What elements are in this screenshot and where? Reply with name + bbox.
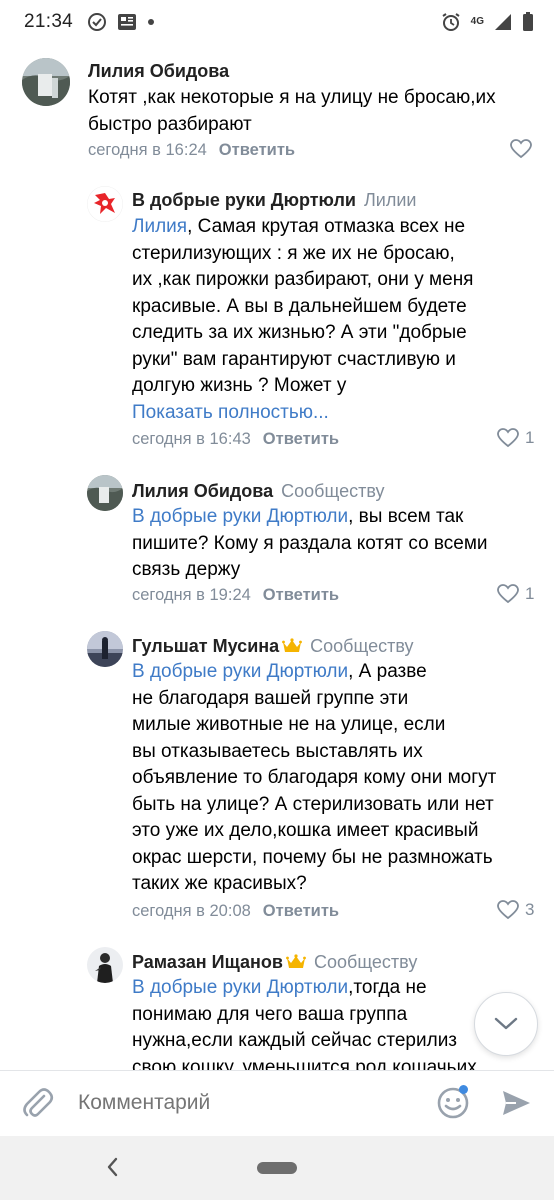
comment-line: не благодаря вашей группе эти bbox=[132, 687, 409, 709]
comments-feed[interactable]: Лилия Обидова Котят ,как некоторые я на … bbox=[0, 44, 554, 1070]
battery-icon bbox=[522, 12, 534, 32]
comment-line: милые животные не на улице, если bbox=[132, 714, 446, 735]
mention-link[interactable]: Лилия bbox=[132, 216, 187, 237]
comment-text: Котят ,как некоторые я на улицу не броса… bbox=[88, 85, 496, 138]
heart-icon bbox=[497, 428, 519, 448]
comment-line: понимаю для чего ваша группа bbox=[132, 1003, 408, 1025]
like-count: 1 bbox=[525, 428, 535, 447]
comment-line: объявление то благодаря кому они могут bbox=[132, 767, 497, 788]
comment-time: сегодня в 16:43 bbox=[132, 430, 251, 448]
comment-line: руки" вам гарантируют счастливую и bbox=[132, 348, 456, 370]
heart-icon bbox=[510, 139, 532, 159]
comment-line: быть на улице? А стерилизовать или нет bbox=[132, 793, 494, 815]
comment-text: В добрые руки Дюртюли, А разве не благод… bbox=[132, 659, 496, 898]
mention-link[interactable]: В добрые руки Дюртюли bbox=[132, 977, 348, 998]
comment-line: свою кошку, уменьшится род кошачьих bbox=[132, 1056, 477, 1071]
scroll-down-button[interactable] bbox=[474, 992, 538, 1056]
comment-composer bbox=[0, 1070, 554, 1136]
comment-line: В добрые руки Дюртюли, А разве bbox=[132, 661, 427, 682]
reply-to-label[interactable]: Сообществу bbox=[281, 481, 384, 501]
network-type: 4G bbox=[470, 16, 484, 27]
comment-author[interactable]: Рамазан Ищанов bbox=[132, 952, 283, 972]
attach-icon[interactable] bbox=[22, 1087, 54, 1126]
comment-line: красивые. А вы в дальнейшем будете bbox=[132, 295, 467, 317]
news-icon bbox=[117, 13, 137, 31]
signal-icon: 4G bbox=[471, 17, 484, 27]
notification-dot bbox=[459, 1085, 468, 1094]
comment-line: В добрые руки Дюртюли, вы всем так bbox=[132, 506, 464, 527]
comment-author[interactable]: Гульшат Мусина bbox=[132, 636, 279, 656]
heart-icon bbox=[497, 900, 519, 920]
back-icon[interactable] bbox=[104, 1156, 120, 1183]
avatar[interactable] bbox=[87, 186, 123, 222]
comment-line: таких же красивых? bbox=[132, 873, 307, 894]
reply-to-label[interactable]: Сообществу bbox=[314, 952, 417, 972]
send-icon[interactable] bbox=[500, 1087, 532, 1124]
comment-text: Лилия, Самая крутая отмазка всех не стер… bbox=[132, 214, 473, 426]
status-bar: 21:34 4G bbox=[0, 0, 554, 44]
alarm-icon bbox=[441, 12, 461, 32]
comment-line: следить за их жизнью? А эти "добрые bbox=[132, 322, 467, 343]
like-button[interactable]: 1 bbox=[497, 584, 534, 604]
signal-bars-icon bbox=[494, 13, 512, 31]
mention-link[interactable]: В добрые руки Дюртюли bbox=[132, 506, 348, 527]
comment-line: Показать полностью... bbox=[132, 400, 473, 427]
comment-line: связь держу bbox=[132, 559, 241, 580]
mention-link[interactable]: В добрые руки Дюртюли bbox=[132, 661, 348, 682]
sync-check-icon bbox=[87, 12, 107, 32]
chevron-down-icon bbox=[494, 1017, 518, 1030]
comment-line: Котят ,как некоторые я на улицу не броса… bbox=[88, 87, 496, 108]
reply-to-label[interactable]: Лилии bbox=[364, 190, 416, 210]
crown-icon bbox=[286, 954, 306, 975]
status-time: 21:34 bbox=[24, 11, 74, 32]
system-nav-bar bbox=[0, 1136, 554, 1200]
comment-time: сегодня в 19:24 bbox=[132, 586, 251, 604]
reply-button[interactable]: Ответить bbox=[263, 430, 339, 448]
comment-author[interactable]: Лилия Обидова bbox=[88, 61, 229, 81]
like-button[interactable]: 3 bbox=[497, 900, 534, 920]
comment-line: нужна,если каждый сейчас стерилиз bbox=[132, 1030, 458, 1051]
comment-line: стерилизующих : я же их не бросаю, bbox=[132, 242, 455, 264]
avatar[interactable] bbox=[87, 631, 123, 667]
comment-line: это уже их дело,кошка имеет красивый bbox=[132, 820, 479, 841]
avatar[interactable] bbox=[87, 475, 123, 511]
comment-input[interactable] bbox=[78, 1091, 408, 1115]
reply-to-label[interactable]: Сообществу bbox=[310, 636, 413, 656]
dots-icon bbox=[147, 18, 155, 26]
comment-line: Лилия, Самая крутая отмазка всех не bbox=[132, 216, 466, 237]
comment-author[interactable]: Лилия Обидова bbox=[132, 481, 273, 501]
like-button[interactable] bbox=[510, 139, 532, 159]
comment-text: В добрые руки Дюртюли,тогда не понимаю д… bbox=[132, 975, 477, 1070]
reply-button[interactable]: Ответить bbox=[263, 902, 339, 920]
show-more-link[interactable]: Показать полностью... bbox=[132, 402, 329, 423]
comment-line: В добрые руки Дюртюли,тогда не bbox=[132, 977, 427, 998]
comment-line: вы отказываетесь выставлять их bbox=[132, 740, 423, 762]
comment-line: пишите? Кому я раздала котят со всеми bbox=[132, 532, 488, 554]
reply-button[interactable]: Ответить bbox=[263, 586, 339, 604]
like-count: 1 bbox=[525, 584, 535, 603]
like-count: 3 bbox=[525, 900, 535, 919]
comment-text: В добрые руки Дюртюли, вы всем так пишит… bbox=[132, 504, 488, 584]
crown-icon bbox=[282, 638, 303, 659]
comment-line: быстро разбирают bbox=[88, 113, 252, 135]
comment-line: окрас шерсти, почему бы не размножать bbox=[132, 846, 493, 868]
reply-button[interactable]: Ответить bbox=[219, 141, 295, 159]
home-pill[interactable] bbox=[257, 1162, 297, 1174]
comment-line: долгую жизнь ? Может у bbox=[132, 375, 347, 396]
comment-line: их ,как пирожки разбирают, они у меня bbox=[132, 269, 474, 290]
comment-time: сегодня в 16:24 bbox=[88, 141, 207, 159]
avatar[interactable] bbox=[22, 58, 70, 106]
like-button[interactable]: 1 bbox=[497, 428, 534, 448]
comment-time: сегодня в 20:08 bbox=[132, 902, 251, 920]
avatar[interactable] bbox=[87, 947, 123, 983]
comment-author[interactable]: В добрые руки Дюртюли bbox=[132, 190, 356, 210]
heart-icon bbox=[497, 584, 519, 604]
